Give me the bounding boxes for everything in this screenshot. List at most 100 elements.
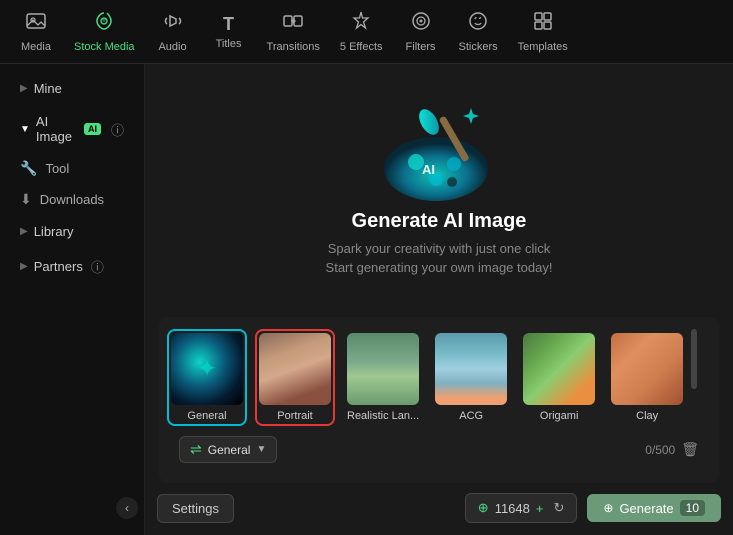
style-label-realistic: Realistic Lan... xyxy=(347,410,419,422)
style-label-origami: Origami xyxy=(540,410,579,422)
filters-icon xyxy=(410,10,432,38)
collapse-section: ‹ xyxy=(0,489,144,527)
style-selector-chevron: ▼ xyxy=(256,444,266,455)
ai-badge: AI xyxy=(84,123,101,135)
style-selector-label: General xyxy=(208,443,251,457)
ai-image-chevron: ▼ xyxy=(20,124,30,135)
char-count: 0/500 🗑 xyxy=(645,441,699,458)
sidebar-mine-label: Mine xyxy=(34,81,62,96)
sidebar: ▶ Mine ▼ AI Image AI ⓘ 🔧 Tool ⬇ Download… xyxy=(0,64,145,535)
style-item-realistic[interactable]: Realistic Lan... xyxy=(343,329,423,426)
style-item-general[interactable]: General xyxy=(167,329,247,426)
trash-icon[interactable]: 🗑 xyxy=(681,441,699,458)
partners-chevron: ▶ xyxy=(20,261,28,272)
sidebar-item-library[interactable]: ▶ Library xyxy=(6,216,138,247)
nav-filters-label: Filters xyxy=(406,41,436,53)
stickers-icon xyxy=(467,10,489,38)
hero-title: Generate AI Image xyxy=(352,210,527,233)
main-layout: ▶ Mine ▼ AI Image AI ⓘ 🔧 Tool ⬇ Download… xyxy=(0,64,733,535)
style-thumb-acg xyxy=(435,333,507,405)
nav-filters[interactable]: Filters xyxy=(395,6,447,57)
style-label-general: General xyxy=(187,410,226,422)
style-thumb-origami xyxy=(523,333,595,405)
media-icon xyxy=(25,10,47,38)
tool-icon: 🔧 xyxy=(20,160,37,177)
sidebar-ai-image-label: AI Image xyxy=(36,114,76,144)
generate-label: Generate xyxy=(619,501,673,516)
audio-icon xyxy=(162,10,184,38)
nav-media[interactable]: Media xyxy=(10,6,62,57)
nav-titles[interactable]: T Titles xyxy=(203,10,255,54)
nav-transitions-label: Transitions xyxy=(267,41,320,53)
style-label-clay: Clay xyxy=(636,410,658,422)
nav-effects-label: 5 Effects xyxy=(340,41,383,53)
credits-plus: + xyxy=(536,501,544,516)
ai-palette-icon: AI xyxy=(374,94,504,204)
sidebar-item-tool[interactable]: 🔧 Tool xyxy=(6,154,138,183)
style-selector[interactable]: ⇌ General ▼ xyxy=(179,436,277,463)
main-content: AI Generate AI Image Spark your creativi… xyxy=(145,64,733,535)
sidebar-downloads-label: Downloads xyxy=(40,192,104,207)
nav-templates[interactable]: Templates xyxy=(510,6,576,57)
style-label-acg: ACG xyxy=(459,410,483,422)
style-item-clay[interactable]: Clay xyxy=(607,329,687,426)
nav-media-label: Media xyxy=(21,41,51,53)
style-item-acg[interactable]: ACG xyxy=(431,329,511,426)
nav-transitions[interactable]: Transitions xyxy=(259,6,328,57)
library-chevron: ▶ xyxy=(20,226,28,237)
style-item-origami[interactable]: Origami xyxy=(519,329,599,426)
style-selector-icon: ⇌ xyxy=(190,441,202,458)
sidebar-tool-label: Tool xyxy=(45,161,69,176)
char-count-value: 0/500 xyxy=(645,443,675,457)
nav-titles-label: Titles xyxy=(216,38,242,50)
svg-text:AI: AI xyxy=(422,162,435,177)
hero-section: AI Generate AI Image Spark your creativi… xyxy=(145,64,733,307)
effects-icon xyxy=(350,10,372,38)
nav-audio-label: Audio xyxy=(158,41,186,53)
style-thumb-general xyxy=(171,333,243,405)
sidebar-partners-label: Partners xyxy=(34,259,83,274)
sidebar-item-partners[interactable]: ▶ Partners ⓘ xyxy=(6,249,138,284)
credits-button[interactable]: ⊕ 11648 + ↻ xyxy=(465,493,578,523)
style-grid: General Portrait Realistic Lan... ACG xyxy=(167,329,687,426)
settings-button[interactable]: Settings xyxy=(157,494,234,523)
stock-media-icon xyxy=(93,10,115,38)
collapse-sidebar-button[interactable]: ‹ xyxy=(116,497,138,519)
top-navigation: Media Stock Media Audio T Titles xyxy=(0,0,733,64)
nav-stickers[interactable]: Stickers xyxy=(451,6,506,57)
nav-audio[interactable]: Audio xyxy=(147,6,199,57)
nav-stickers-label: Stickers xyxy=(459,41,498,53)
style-scrollbar[interactable] xyxy=(691,329,697,389)
sidebar-item-ai-image[interactable]: ▼ AI Image AI ⓘ xyxy=(6,106,138,152)
ai-info-icon: ⓘ xyxy=(111,120,124,139)
hero-subtitle: Spark your creativity with just one clic… xyxy=(326,239,553,278)
sidebar-item-downloads[interactable]: ⬇ Downloads xyxy=(6,185,138,214)
downloads-icon: ⬇ xyxy=(20,191,32,208)
nav-stock-media[interactable]: Stock Media xyxy=(66,6,143,57)
nav-templates-label: Templates xyxy=(518,41,568,53)
generate-count: 10 xyxy=(680,500,705,516)
templates-icon xyxy=(532,10,554,38)
style-item-portrait[interactable]: Portrait xyxy=(255,329,335,426)
mine-chevron: ▶ xyxy=(20,83,28,94)
titles-icon: T xyxy=(223,14,234,35)
sidebar-item-mine[interactable]: ▶ Mine xyxy=(6,73,138,104)
sidebar-library-label: Library xyxy=(34,224,74,239)
style-label-portrait: Portrait xyxy=(277,410,312,422)
bottom-actions: Settings ⊕ 11648 + ↻ ⊕ Generate 10 xyxy=(145,493,733,535)
credits-plus-icon: ⊕ xyxy=(478,500,489,516)
generate-icon: ⊕ xyxy=(603,501,613,515)
style-thumb-realistic xyxy=(347,333,419,405)
refresh-icon: ↻ xyxy=(553,500,564,516)
generate-button[interactable]: ⊕ Generate 10 xyxy=(587,494,721,522)
hero-subtitle-line2: Start generating your own image today! xyxy=(326,258,553,278)
style-grid-container: General Portrait Realistic Lan... ACG xyxy=(159,317,719,483)
nav-effects[interactable]: 5 Effects xyxy=(332,6,391,57)
style-thumb-portrait xyxy=(259,333,331,405)
nav-stock-media-label: Stock Media xyxy=(74,41,135,53)
bottom-bar: ⇌ General ▼ 0/500 🗑 xyxy=(167,436,711,471)
style-thumb-clay xyxy=(611,333,683,405)
hero-subtitle-line1: Spark your creativity with just one clic… xyxy=(326,239,553,259)
transitions-icon xyxy=(282,10,304,38)
partners-info-icon: ⓘ xyxy=(91,257,104,276)
